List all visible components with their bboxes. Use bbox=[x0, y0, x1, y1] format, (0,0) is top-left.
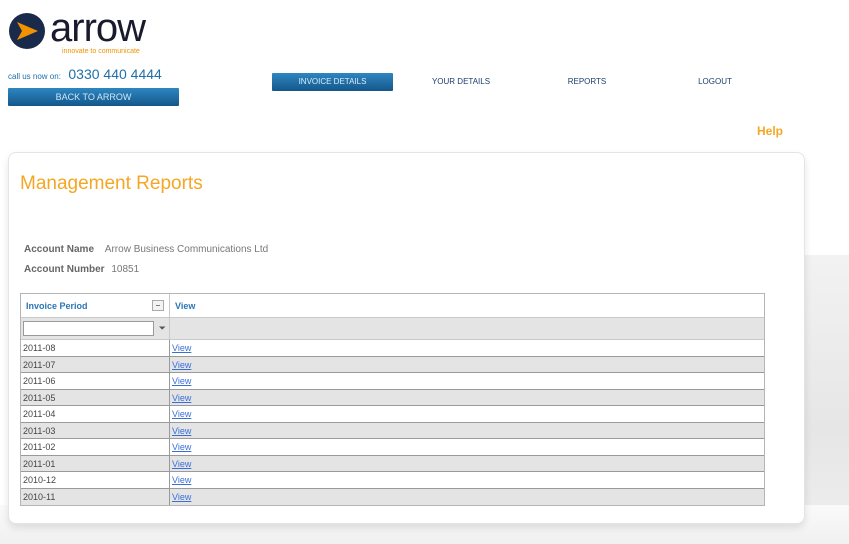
table-row: 2011-05 View bbox=[21, 389, 764, 406]
table-row: 2011-06 View bbox=[21, 373, 764, 390]
invoice-period-cell: 2011-04 bbox=[21, 406, 170, 422]
invoice-period-cell: 2011-02 bbox=[21, 439, 170, 455]
table-row: 2011-03 View bbox=[21, 422, 764, 439]
view-cell: View bbox=[170, 472, 764, 488]
invoice-period-cell: 2011-01 bbox=[21, 455, 170, 471]
view-link[interactable]: View bbox=[172, 492, 191, 502]
filter-funnel-icon[interactable]: ⏷ bbox=[159, 323, 166, 334]
invoice-period-cell: 2010-12 bbox=[21, 472, 170, 488]
view-cell: View bbox=[170, 406, 764, 422]
view-link[interactable]: View bbox=[172, 343, 191, 353]
column-header-view: View bbox=[175, 301, 196, 311]
account-name-value: Arrow Business Communications Ltd bbox=[104, 244, 269, 255]
column-header-invoice-period[interactable]: Invoice Period – bbox=[21, 294, 170, 317]
arrow-logo-icon bbox=[9, 13, 45, 49]
view-cell: View bbox=[170, 373, 764, 389]
arrow-logo[interactable]: arrow innovate to communicate bbox=[8, 6, 168, 56]
view-link[interactable]: View bbox=[172, 393, 191, 403]
invoice-period-cell: 2011-05 bbox=[21, 389, 170, 405]
view-link[interactable]: View bbox=[172, 376, 191, 386]
view-cell: View bbox=[170, 423, 764, 439]
view-link[interactable]: View bbox=[172, 360, 191, 370]
nav-reports[interactable]: REPORTS bbox=[552, 73, 622, 91]
view-link[interactable]: View bbox=[172, 442, 191, 452]
logo-wordmark: arrow bbox=[50, 6, 146, 50]
view-link[interactable]: View bbox=[172, 475, 191, 485]
invoice-period-cell: 2011-06 bbox=[21, 373, 170, 389]
period-filter-cell: ⏷ bbox=[21, 318, 170, 339]
period-filter-input[interactable] bbox=[23, 321, 154, 336]
invoice-period-cell: 2011-07 bbox=[21, 356, 170, 372]
view-link[interactable]: View bbox=[172, 409, 191, 419]
table-row: 2011-01 View bbox=[21, 455, 764, 472]
account-number-label: Account Number bbox=[24, 264, 105, 275]
table-row: 2011-07 View bbox=[21, 356, 764, 373]
account-name-label: Account Name bbox=[24, 244, 95, 255]
logo-tagline: innovate to communicate bbox=[62, 48, 140, 55]
grid-header: Invoice Period – View bbox=[21, 294, 764, 318]
view-cell: View bbox=[170, 456, 764, 472]
table-row: 2011-08 View bbox=[21, 340, 764, 357]
view-cell: View bbox=[170, 390, 764, 406]
help-link[interactable]: Help bbox=[757, 124, 783, 138]
invoice-grid: Invoice Period – View ⏷ 2011-08 View 201… bbox=[20, 293, 765, 506]
view-link[interactable]: View bbox=[172, 426, 191, 436]
view-cell: View bbox=[170, 489, 764, 506]
view-cell: View bbox=[170, 357, 764, 373]
main-nav: INVOICE DETAILS YOUR DETAILS REPORTS LOG… bbox=[0, 73, 849, 91]
invoice-period-cell: 2011-03 bbox=[21, 422, 170, 438]
invoice-period-cell: 2011-08 bbox=[21, 340, 170, 356]
filter-empty-cell bbox=[170, 318, 764, 339]
column-menu-icon[interactable]: – bbox=[152, 300, 164, 311]
table-row: 2010-11 View bbox=[21, 488, 764, 506]
grid-filter-row: ⏷ bbox=[21, 318, 764, 340]
account-number-value: 10851 bbox=[111, 264, 140, 275]
table-row: 2010-12 View bbox=[21, 472, 764, 489]
nav-logout[interactable]: LOGOUT bbox=[680, 73, 750, 91]
account-name-row: Account Name Arrow Business Communicatio… bbox=[24, 244, 268, 255]
invoice-period-cell: 2010-11 bbox=[21, 488, 170, 505]
account-number-row: Account Number 10851 bbox=[24, 264, 139, 275]
column-header-invoice-period-label: Invoice Period bbox=[26, 301, 88, 311]
table-row: 2011-04 View bbox=[21, 406, 764, 423]
view-link[interactable]: View bbox=[172, 459, 191, 469]
view-cell: View bbox=[170, 439, 764, 455]
nav-invoice-details[interactable]: INVOICE DETAILS bbox=[272, 73, 393, 91]
nav-your-details[interactable]: YOUR DETAILS bbox=[416, 73, 506, 91]
table-row: 2011-02 View bbox=[21, 439, 764, 456]
view-cell: View bbox=[170, 340, 764, 356]
page-title: Management Reports bbox=[20, 173, 203, 194]
